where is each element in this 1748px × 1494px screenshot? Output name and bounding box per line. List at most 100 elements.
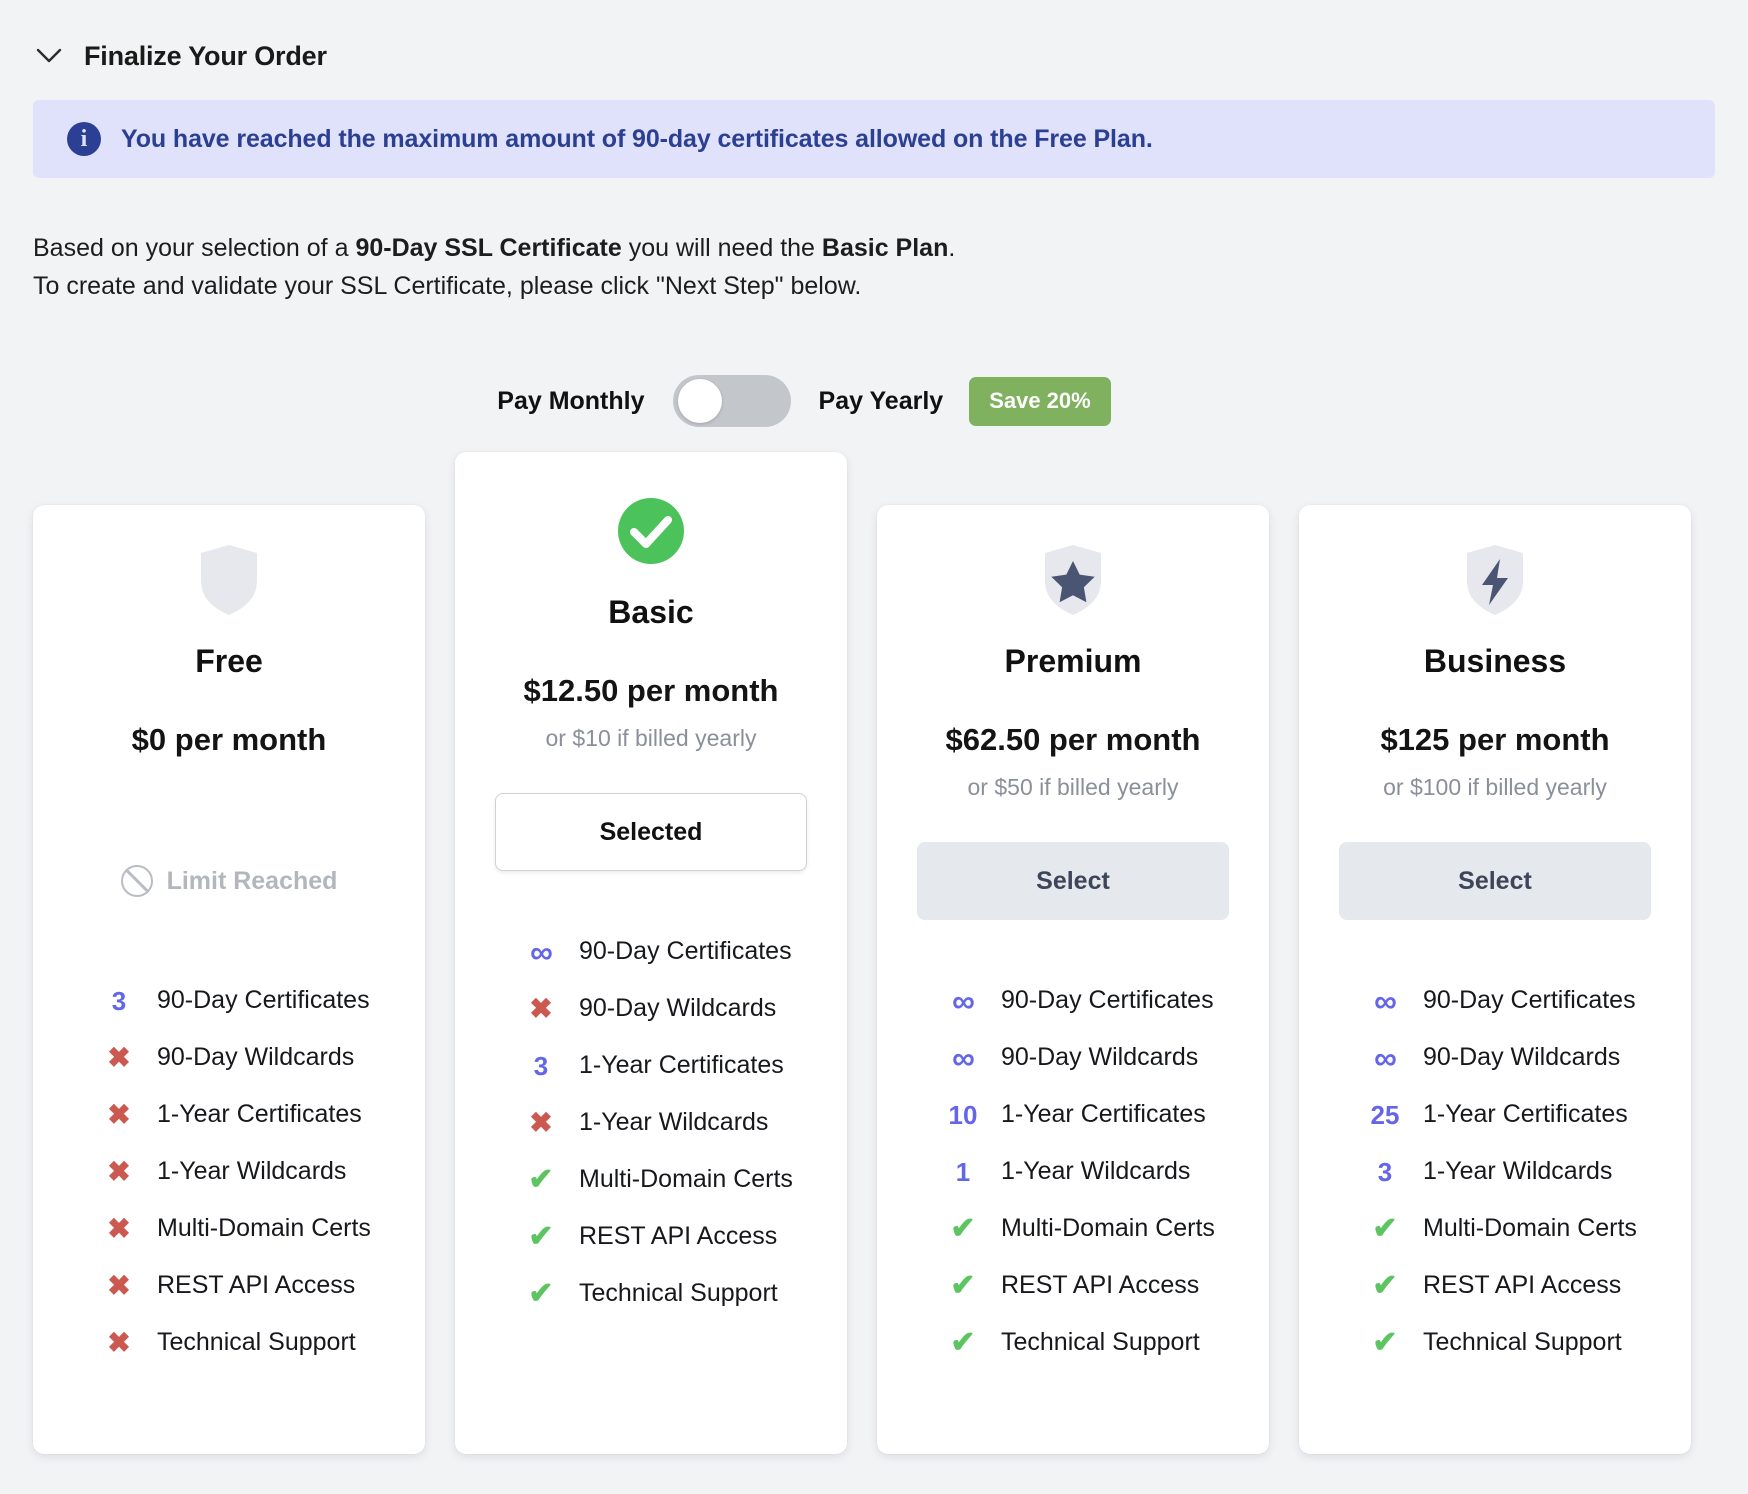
feature-label: 1-Year Wildcards (1423, 1157, 1612, 1186)
plan-feature-row: ∞90-Day Certificates (1363, 972, 1665, 1029)
plan-feature-row: ✖ 90-Day Wildcards (97, 1029, 399, 1086)
check-icon: ✔ (1363, 1271, 1407, 1301)
plan-feature-row: 11-Year Wildcards (941, 1143, 1243, 1200)
feature-label: Multi-Domain Certs (157, 1214, 371, 1243)
count-value: 10 (941, 1102, 985, 1128)
no-entry-icon (121, 865, 153, 897)
feature-label: 90-Day Wildcards (1423, 1043, 1620, 1072)
plan-name: Business (1424, 643, 1566, 680)
finalize-order-page: Finalize Your Order i You have reached t… (0, 0, 1748, 1494)
plan-card-basic[interactable]: Basic$12.50 per monthor $10 if billed ye… (455, 452, 847, 1454)
plan-limit-reached-status: Limit Reached (121, 842, 338, 920)
selected-cert-type: 90-Day SSL Certificate (355, 234, 621, 262)
feature-label: Technical Support (579, 1279, 778, 1308)
intro-line-2: To create and validate your SSL Certific… (33, 268, 1748, 306)
feature-label: 1-Year Certificates (1001, 1100, 1206, 1129)
cross-icon: ✖ (519, 1109, 563, 1137)
infinity-icon: ∞ (941, 985, 985, 1017)
check-icon: ✔ (941, 1214, 985, 1244)
plan-feature-row: ✖90-Day Wildcards (519, 980, 821, 1037)
select-plan-button-premium[interactable]: Select (917, 842, 1229, 920)
select-plan-button-business[interactable]: Select (1339, 842, 1651, 920)
plan-yearly-note: or $50 if billed yearly (968, 774, 1179, 802)
check-icon: ✔ (519, 1279, 563, 1309)
cross-icon: ✖ (97, 1158, 141, 1186)
feature-label: REST API Access (579, 1222, 777, 1251)
plan-feature-row: ✔Multi-Domain Certs (519, 1151, 821, 1208)
feature-label: 90-Day Wildcards (157, 1043, 354, 1072)
toggle-knob (678, 379, 722, 423)
feature-label: 90-Day Certificates (579, 937, 792, 966)
plan-feature-list: 3 90-Day Certificates ✖ 90-Day Wildcards ✖ 1-… (59, 972, 399, 1371)
shield-bolt-icon (1459, 541, 1531, 619)
feature-label: Technical Support (1001, 1328, 1200, 1357)
feature-label: 1-Year Certificates (1423, 1100, 1628, 1129)
check-icon: ✔ (519, 1165, 563, 1195)
count-value: 3 (97, 988, 141, 1014)
feature-label: 90-Day Wildcards (1001, 1043, 1198, 1072)
page-title: Finalize Your Order (84, 41, 327, 72)
cross-icon: ✖ (97, 1272, 141, 1300)
plan-name: Premium (1005, 643, 1142, 680)
save-badge: Save 20% (969, 377, 1111, 426)
check-icon: ✔ (1363, 1214, 1407, 1244)
feature-label: 1-Year Wildcards (157, 1157, 346, 1186)
feature-label: REST API Access (157, 1271, 355, 1300)
plan-feature-row: ✔ REST API Access (1363, 1257, 1665, 1314)
feature-label: 1-Year Wildcards (579, 1108, 768, 1137)
feature-label: 90-Day Certificates (1001, 986, 1214, 1015)
selected-plan-button-basic[interactable]: Selected (495, 793, 807, 871)
plan-feature-row: ✖ REST API Access (97, 1257, 399, 1314)
plan-feature-row: ∞ 90-Day Certificates (519, 923, 821, 980)
plan-card-free[interactable]: Free$0 per monthLimit Reached390-Day Cer… (33, 505, 425, 1454)
required-plan-name: Basic Plan (822, 234, 948, 262)
intro-line1-part-c: you will need the (622, 234, 822, 262)
pricing-plan-cards: Free$0 per monthLimit Reached390-Day Cer… (0, 452, 1748, 1454)
chevron-down-icon[interactable] (34, 41, 64, 71)
plan-feature-row: ∞ 90-Day Wildcards (941, 1029, 1243, 1086)
plan-card-business[interactable]: Business$125 per monthor $100 if billed … (1299, 505, 1691, 1454)
limit-alert-banner: i You have reached the maximum amount of… (33, 100, 1715, 178)
count-value: 3 (1363, 1159, 1407, 1185)
intro-text: Based on your selection of a 90-Day SSL … (33, 230, 1748, 305)
plan-feature-row: 3 1-Year Wildcards (1363, 1143, 1665, 1200)
feature-label: 1-Year Certificates (157, 1100, 362, 1129)
feature-label: Technical Support (157, 1328, 356, 1357)
infinity-icon: ∞ (519, 936, 563, 968)
intro-line1-part-a: Based on your selection of a (33, 234, 355, 262)
plan-feature-row: ✔REST API Access (941, 1257, 1243, 1314)
feature-label: 1-Year Wildcards (1001, 1157, 1190, 1186)
pay-monthly-label[interactable]: Pay Monthly (497, 387, 644, 416)
plan-feature-row: ✔Multi-Domain Certs (1363, 1200, 1665, 1257)
shield-plain-icon (193, 541, 265, 619)
feature-label: 90-Day Certificates (157, 986, 370, 1015)
plan-feature-row: ✔Technical Support (941, 1314, 1243, 1371)
infinity-icon: ∞ (1363, 985, 1407, 1017)
plan-card-premium[interactable]: Premium$62.50 per monthor $50 if billed … (877, 505, 1269, 1454)
cross-icon: ✖ (97, 1044, 141, 1072)
plan-feature-row: ✖ Technical Support (97, 1314, 399, 1371)
plan-feature-row: ✖ 1-Year Wildcards (97, 1143, 399, 1200)
feature-label: REST API Access (1423, 1271, 1621, 1300)
plan-feature-row: 31-Year Certificates (519, 1037, 821, 1094)
cross-icon: ✖ (97, 1329, 141, 1357)
plan-feature-list: ∞ 90-Day Certificates ✖90-Day Wildcards31-… (481, 923, 821, 1322)
pay-yearly-label[interactable]: Pay Yearly (819, 387, 944, 416)
plan-yearly-note: or $100 if billed yearly (1383, 774, 1607, 802)
section-header: Finalize Your Order (0, 0, 1748, 82)
plan-feature-row: ✔Technical Support (1363, 1314, 1665, 1371)
plan-feature-row: ✔ Technical Support (519, 1265, 821, 1322)
cross-icon: ✖ (97, 1101, 141, 1129)
count-value: 25 (1363, 1102, 1407, 1128)
plan-feature-row: ✔ REST API Access (519, 1208, 821, 1265)
shield-star-icon (1037, 541, 1109, 619)
check-icon: ✔ (519, 1222, 563, 1252)
infinity-icon: ∞ (941, 1042, 985, 1074)
plan-feature-row: ∞ 90-Day Wildcards (1363, 1029, 1665, 1086)
feature-label: Multi-Domain Certs (1001, 1214, 1215, 1243)
billing-period-toggle[interactable] (673, 375, 791, 427)
plan-price: $0 per month (132, 722, 327, 758)
check-icon: ✔ (941, 1271, 985, 1301)
infinity-icon: ∞ (1363, 1042, 1407, 1074)
plan-feature-row: 25 1-Year Certificates (1363, 1086, 1665, 1143)
